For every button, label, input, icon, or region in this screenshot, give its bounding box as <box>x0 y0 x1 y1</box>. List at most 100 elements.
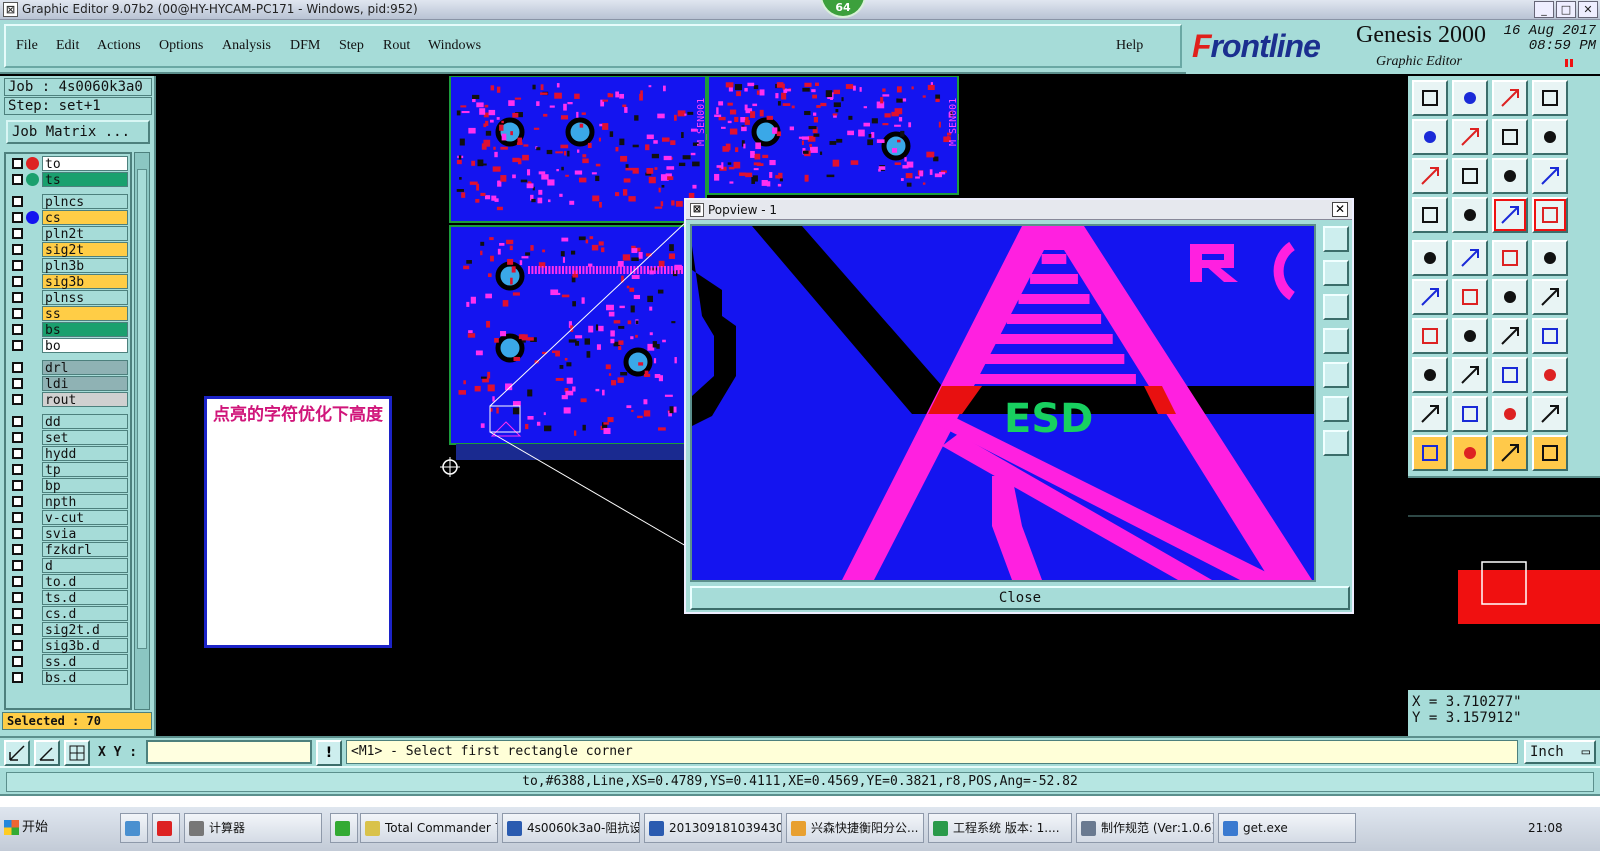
layer-row[interactable]: npth <box>8 494 130 510</box>
tri-c-tool-button[interactable] <box>1492 396 1528 432</box>
task-get-exe[interactable]: get.exe <box>1218 813 1356 843</box>
circle-pad-tool-button[interactable] <box>1532 240 1568 276</box>
job-matrix-button[interactable]: Job Matrix ... <box>6 120 150 144</box>
quicklaunch-desktop[interactable] <box>120 813 148 843</box>
select-touch-tool-button[interactable] <box>1492 435 1528 471</box>
popview-close-x-button[interactable]: ✕ <box>1332 202 1348 217</box>
popview-zoom-out-button[interactable] <box>1323 396 1349 422</box>
measure-button[interactable] <box>34 740 60 766</box>
layer-checkbox[interactable] <box>12 496 23 507</box>
blue-sq-tool-button[interactable] <box>1532 357 1568 393</box>
layer-checkbox[interactable] <box>12 448 23 459</box>
popview-zoom-in-button[interactable] <box>1323 226 1349 252</box>
popview-fit-button[interactable] <box>1323 430 1349 456</box>
fit-tool-button[interactable] <box>1412 158 1448 194</box>
layer-checkbox[interactable] <box>12 624 23 635</box>
layer-row[interactable]: rout <box>8 392 130 408</box>
select-box-tool-button[interactable] <box>1452 435 1488 471</box>
grid-toggle-tool-button[interactable] <box>1452 197 1488 233</box>
layer-row[interactable]: hydd <box>8 446 130 462</box>
layer-row[interactable]: sig2t <box>8 242 130 258</box>
stamp-tool-button[interactable] <box>1412 197 1448 233</box>
layer-checkbox[interactable] <box>12 340 23 351</box>
layer-row[interactable]: ss <box>8 306 130 322</box>
layer-checkbox[interactable] <box>12 576 23 587</box>
layer-checkbox[interactable] <box>12 672 23 683</box>
reverse-tool-button[interactable] <box>1492 119 1528 155</box>
layer-row[interactable]: cs.d <box>8 606 130 622</box>
layer-checkbox[interactable] <box>12 158 23 169</box>
quicklaunch-pdf[interactable] <box>152 813 180 843</box>
layer-checkbox[interactable] <box>12 544 23 555</box>
flip-text-tool-button[interactable] <box>1532 318 1568 354</box>
task-company[interactable]: 兴森快捷衡阳分公... <box>786 813 924 843</box>
menu-help[interactable]: Help <box>1116 38 1143 54</box>
layer-checkbox[interactable] <box>12 560 23 571</box>
layer-row[interactable]: tp <box>8 462 130 478</box>
popview-close-button[interactable]: Close <box>690 586 1350 610</box>
layer-checkbox[interactable] <box>12 394 23 405</box>
task-engineering-system[interactable]: 工程系统 版本: 1.... <box>928 813 1072 843</box>
layer-row[interactable]: svia <box>8 526 130 542</box>
tri-b-tool-button[interactable] <box>1452 396 1488 432</box>
home-tool-button[interactable] <box>1492 80 1528 116</box>
layer-row[interactable]: plnss <box>8 290 130 306</box>
move-up-tool-button[interactable] <box>1412 80 1448 116</box>
snap-grid-button[interactable] <box>4 740 30 766</box>
maximize-button[interactable]: □ <box>1556 1 1576 18</box>
layer-checkbox[interactable] <box>12 212 23 223</box>
ruler-tool-button[interactable] <box>1492 240 1528 276</box>
popview-pan-right-button[interactable] <box>1323 362 1349 388</box>
connect-tool-button[interactable] <box>1412 279 1448 315</box>
draw-diag-tool-button[interactable] <box>1452 318 1488 354</box>
close-window-button[interactable]: ✕ <box>1578 1 1598 18</box>
layer-row[interactable]: d <box>8 558 130 574</box>
layer-row[interactable]: ldi <box>8 376 130 392</box>
task-impedance-doc[interactable]: 4s0060k3a0-阻抗设... <box>502 813 640 843</box>
layer-red-b-tool-button[interactable] <box>1532 197 1568 233</box>
layer-checkbox[interactable] <box>12 464 23 475</box>
layer-checkbox[interactable] <box>12 512 23 523</box>
layer-checkbox[interactable] <box>12 362 23 373</box>
layer-row[interactable]: ts.d <box>8 590 130 606</box>
select-mixed-tool-button[interactable] <box>1532 435 1568 471</box>
task-calculator[interactable]: 计算器 <box>184 813 322 843</box>
layer-row[interactable]: drl <box>8 360 130 376</box>
layer-checkbox[interactable] <box>12 640 23 651</box>
xy-input[interactable] <box>146 740 312 764</box>
split-tool-button[interactable] <box>1532 80 1568 116</box>
rotate-tool-button[interactable] <box>1492 318 1528 354</box>
layer-row[interactable]: bo <box>8 338 130 354</box>
layer-row[interactable]: cs <box>8 210 130 226</box>
popview-pan-down-button[interactable] <box>1323 294 1349 320</box>
zoom-ratio-tool-button[interactable] <box>1492 158 1528 194</box>
move-right-tool-button[interactable] <box>1452 119 1488 155</box>
trace-tool-button[interactable] <box>1452 357 1488 393</box>
move-left-tool-button[interactable] <box>1412 119 1448 155</box>
layer-scrollbar[interactable] <box>134 152 150 710</box>
layer-row[interactable]: v-cut <box>8 510 130 526</box>
menu-dfm[interactable]: DFM <box>290 38 320 54</box>
execute-button[interactable]: ! <box>316 740 342 766</box>
layer-checkbox[interactable] <box>12 174 23 185</box>
menu-rout[interactable]: Rout <box>383 38 410 54</box>
menu-analysis[interactable]: Analysis <box>222 38 271 54</box>
menu-edit[interactable]: Edit <box>56 38 79 54</box>
tri-d-tool-button[interactable] <box>1532 396 1568 432</box>
tri-a-tool-button[interactable] <box>1412 396 1448 432</box>
draw-line-tool-button[interactable] <box>1412 318 1448 354</box>
minimize-button[interactable]: _ <box>1534 1 1554 18</box>
layer-checkbox[interactable] <box>12 228 23 239</box>
popview-pan-up-button[interactable] <box>1323 260 1349 286</box>
layer-row[interactable]: bs.d <box>8 670 130 686</box>
layer-row[interactable]: bp <box>8 478 130 494</box>
align-tool-button[interactable] <box>1532 119 1568 155</box>
layer-checkbox[interactable] <box>12 196 23 207</box>
select-arrow-tool-button[interactable] <box>1412 435 1448 471</box>
add-pad-tool-button[interactable] <box>1412 240 1448 276</box>
start-button[interactable]: 开始 <box>0 811 64 845</box>
layer-checkbox[interactable] <box>12 378 23 389</box>
menu-file[interactable]: File <box>16 38 38 54</box>
popview-zoom-view[interactable]: ESD <box>690 224 1316 582</box>
layer-checkbox[interactable] <box>12 276 23 287</box>
